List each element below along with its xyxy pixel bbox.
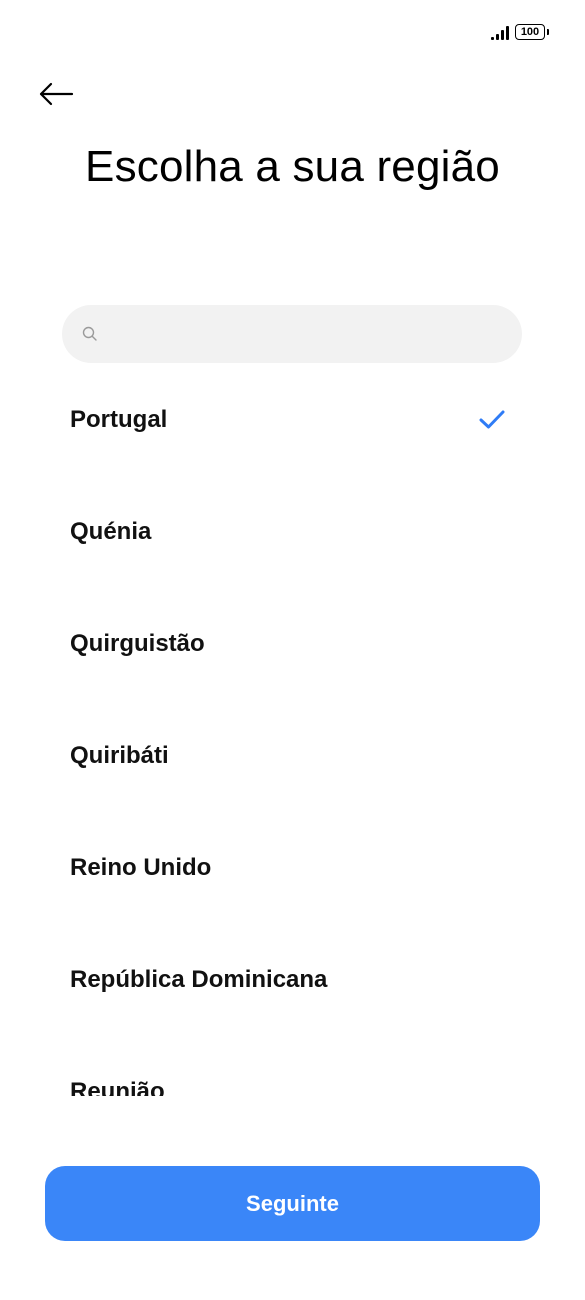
back-button[interactable] [38,76,78,112]
region-item-republica-dominicana[interactable]: República Dominicana [0,924,585,1036]
status-bar: 100 [491,24,549,40]
region-item-portugal[interactable]: Portugal [0,364,585,476]
search-input[interactable] [108,305,522,363]
page-title: Escolha a sua região [85,142,500,191]
region-label: Reino Unido [70,854,212,881]
check-icon [479,410,505,430]
next-button[interactable]: Seguinte [45,1166,540,1241]
region-label: República Dominicana [70,966,328,993]
region-item-quiribati[interactable]: Quiribáti [0,700,585,812]
region-item-quenia[interactable]: Quénia [0,476,585,588]
region-label: Portugal [70,406,168,433]
battery-level: 100 [520,25,540,38]
search-icon [82,326,98,342]
region-item-quirguistao[interactable]: Quirguistão [0,588,585,700]
region-selection-screen: 100 Escolha a sua região Portugal Quénia… [0,0,585,1300]
region-label: Reunião [70,1078,165,1096]
region-label: Quiribáti [70,742,169,769]
search-field[interactable] [62,305,522,363]
region-list: Portugal Quénia Quirguistão Quiribáti Re… [0,364,585,1096]
signal-strength-icon [491,24,509,40]
arrow-left-icon [39,82,74,106]
region-item-reuniao[interactable]: Reunião [0,1036,585,1096]
battery-icon: 100 [515,24,549,40]
region-label: Quénia [70,518,152,545]
region-item-reino-unido[interactable]: Reino Unido [0,812,585,924]
region-label: Quirguistão [70,630,205,657]
